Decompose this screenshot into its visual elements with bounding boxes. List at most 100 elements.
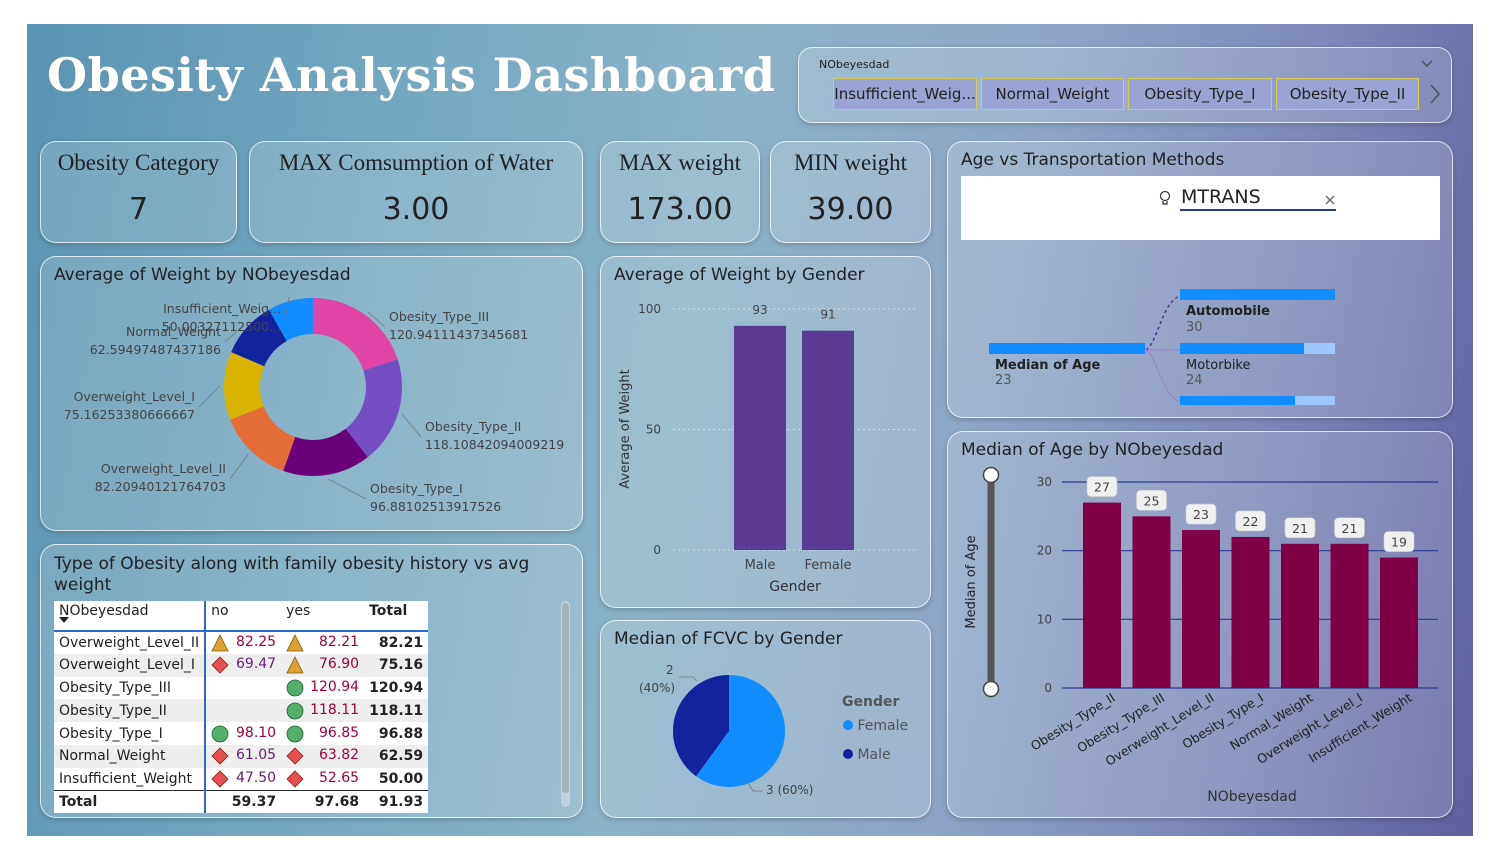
bar-value-label: 19 xyxy=(1391,535,1407,550)
slicer-chip-obesity-1[interactable]: Obesity_Type_I xyxy=(1128,78,1272,110)
table-row[interactable]: Obesity_Type_III 120.94 120.94 xyxy=(54,676,429,700)
total-no: 59.37 xyxy=(205,790,282,814)
donut-leader-line xyxy=(198,385,221,408)
kpi-label: MAX Comsumption of Water xyxy=(278,150,554,175)
kpi-max-water: MAX Comsumption of Water 3.00 xyxy=(249,141,583,243)
age-bar[interactable] xyxy=(1330,543,1369,688)
pie-leader-line xyxy=(679,676,698,682)
gender-bar[interactable] xyxy=(802,330,854,550)
matrix-scrollbar[interactable] xyxy=(561,601,570,807)
table-row[interactable]: Overweight_Level_I 69.47 76.90 75.16 xyxy=(54,653,429,677)
cell-value: 82.21 xyxy=(319,633,360,650)
col-header[interactable]: Total xyxy=(364,601,429,632)
age-bar[interactable] xyxy=(1380,557,1418,688)
age-bar[interactable] xyxy=(1231,536,1270,688)
col-header[interactable]: yes xyxy=(281,601,365,632)
row-category: Overweight_Level_I xyxy=(54,653,207,677)
bar-value-label: 22 xyxy=(1243,514,1259,529)
gender-bar-chart[interactable]: 0 50 100 93 Male 91 Female Gender Average of Wei… xyxy=(601,257,932,609)
x-axis-title: NObeyesdad xyxy=(1207,789,1297,805)
table-row[interactable]: Insufficient_Weight 47.50 52.65 50.00 xyxy=(54,767,429,791)
bar-value-label: 91 xyxy=(820,308,835,322)
range-slider-handle[interactable] xyxy=(982,680,1000,698)
legend-item-female[interactable]: Female xyxy=(843,718,908,734)
category-slicer[interactable]: NObeyesdad Insufficient_Weig... Normal_W… xyxy=(798,47,1452,123)
cell-value: 120.94 xyxy=(310,678,360,695)
y-axis-title: Average of Weight xyxy=(618,369,633,488)
cell-total: 82.21 xyxy=(364,631,429,654)
cell-value: 98.10 xyxy=(236,724,277,741)
gender-bar[interactable] xyxy=(734,325,786,550)
pie-label-male-pct: (40%) xyxy=(639,681,676,695)
cell-no: 69.47 xyxy=(205,653,282,677)
age-bar[interactable] xyxy=(1182,530,1220,688)
donut-category-label: Obesity_Type_III xyxy=(389,309,489,324)
bar-value-label: 23 xyxy=(1193,507,1209,522)
cell-value: 82.25 xyxy=(236,633,277,650)
node-bar-track[interactable] xyxy=(1180,396,1335,405)
total-total: 91.93 xyxy=(364,790,429,814)
green-circle-icon xyxy=(286,679,304,697)
decomp-tree-card: Age vs Transportation Methods MTRANS Med… xyxy=(947,141,1453,418)
cell-yes: 82.21 xyxy=(281,631,365,654)
table-row[interactable]: Obesity_Type_II 118.11 118.11 xyxy=(54,699,429,723)
donut-value-label: 50.00327112500... xyxy=(162,319,281,334)
range-slider-handle[interactable] xyxy=(982,466,1000,484)
table-row[interactable]: Obesity_Type_I 98.10 96.85 96.88 xyxy=(54,722,429,745)
weight-donut-chart[interactable]: Obesity_Type_III 120.94111437345681 Obesit… xyxy=(41,257,584,532)
cell-total: 50.00 xyxy=(364,767,429,791)
row-category: Obesity_Type_III xyxy=(54,676,207,700)
chevron-right-icon[interactable] xyxy=(1429,84,1441,104)
donut-slice[interactable] xyxy=(313,298,398,371)
kpi-label: Obesity Category xyxy=(57,150,220,175)
kpi-label: MIN weight xyxy=(793,150,908,175)
pie-leader-line xyxy=(748,783,763,792)
scrollbar-thumb[interactable] xyxy=(562,603,569,793)
donut-card: Average of Weight by NObeyesdad Obesity_… xyxy=(40,256,583,531)
table-row[interactable]: Overweight_Level_II 82.25 82.21 82.21 xyxy=(54,631,429,654)
sort-desc-icon[interactable] xyxy=(59,617,69,623)
node-bar-track[interactable] xyxy=(1180,289,1335,300)
slicer-chip-normal[interactable]: Normal_Weight xyxy=(981,78,1124,110)
y-tick-label: 50 xyxy=(646,423,661,437)
donut-value-label: 120.94111437345681 xyxy=(389,327,528,342)
y-tick-label: 30 xyxy=(1037,475,1052,489)
cell-total: 118.11 xyxy=(364,699,429,723)
age-bar[interactable] xyxy=(1132,516,1171,688)
cell-value: 47.50 xyxy=(236,769,277,786)
donut-category-label: Overweight_Level_II xyxy=(101,461,226,476)
table-row[interactable]: Normal_Weight 61.05 63.82 62.59 xyxy=(54,744,429,768)
legend-item-male[interactable]: Male xyxy=(843,747,891,763)
legend-label: Female xyxy=(857,718,909,734)
chevron-down-icon[interactable] xyxy=(1421,59,1433,69)
slicer-chip-obesity-2[interactable]: Obesity_Type_II xyxy=(1276,78,1419,110)
age-bar-chart[interactable]: 0102030 27Obesity_Type_II25Obesity_Type_I… xyxy=(948,432,1454,819)
root-value: 23 xyxy=(995,373,1012,388)
kpi-min-weight: MIN weight 39.00 xyxy=(770,141,931,243)
col-header[interactable]: no xyxy=(205,601,282,632)
donut-leader-line xyxy=(327,478,367,500)
cell-no: 82.25 xyxy=(205,631,282,654)
slicer-chip-insufficient[interactable]: Insufficient_Weig... xyxy=(833,78,977,110)
kpi-value: 173.00 xyxy=(627,192,733,227)
bar-value-label: 93 xyxy=(752,303,767,317)
row-category: Insufficient_Weight xyxy=(54,767,207,791)
matrix-title: Type of Obesity along with family obesit… xyxy=(54,554,530,595)
root-bar[interactable] xyxy=(989,343,1145,354)
gender-bar-card: Average of Weight by Gender 0 50 100 93 Male… xyxy=(600,256,931,608)
green-circle-icon xyxy=(211,725,229,742)
donut-value-label: 96.88102513917526 xyxy=(370,499,501,514)
cell-value: 61.05 xyxy=(236,747,277,764)
matrix-table[interactable]: NObeyesdad no yes Total Overweight_Level… xyxy=(54,601,429,814)
node-bar-track[interactable] xyxy=(1180,343,1335,354)
red-diamond-icon xyxy=(286,770,304,788)
cell-value: 96.85 xyxy=(319,724,360,741)
age-bar[interactable] xyxy=(1083,502,1121,688)
donut-slice[interactable] xyxy=(230,406,296,471)
red-diamond-icon xyxy=(286,747,304,765)
green-circle-icon xyxy=(286,702,304,720)
node-label: Motorbike xyxy=(1186,358,1251,373)
total-label: Total xyxy=(54,790,207,814)
col-header[interactable]: NObeyesdad xyxy=(54,601,207,632)
age-bar[interactable] xyxy=(1281,543,1319,688)
